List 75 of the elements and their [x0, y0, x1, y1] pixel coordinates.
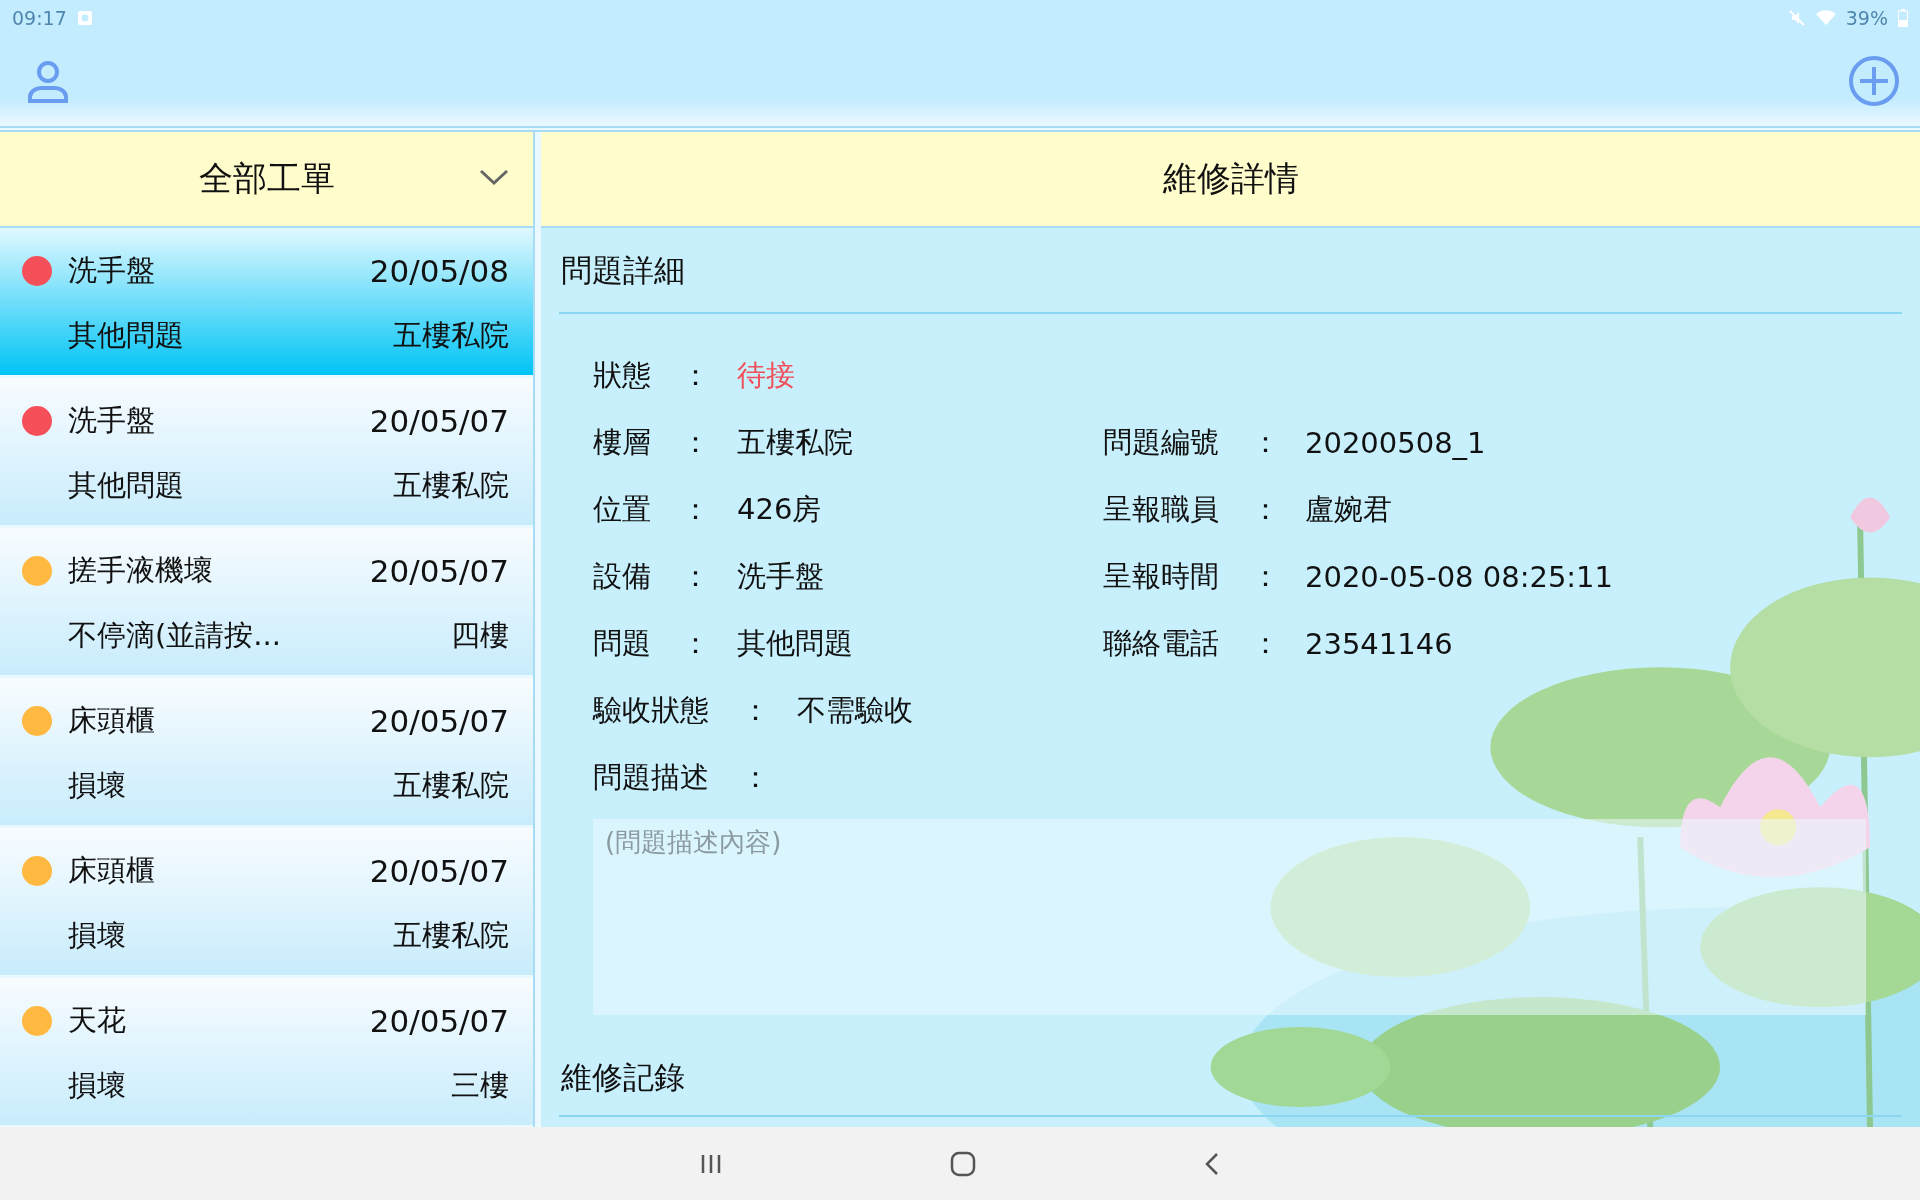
field-value: 20200508_1 [1305, 425, 1486, 460]
field-label: 問題 [593, 624, 652, 662]
wifi-icon [1815, 10, 1836, 26]
field-label: 呈報時間 [1103, 557, 1220, 595]
order-date: 20/05/08 [369, 252, 509, 289]
section-title: 維修記錄 [559, 1057, 1902, 1117]
order-location: 五樓私院 [393, 467, 509, 505]
section-title: 問題詳細 [559, 228, 1902, 314]
field-colon: ： [1251, 557, 1281, 595]
order-date: 20/05/07 [369, 402, 509, 439]
field-colon: ： [681, 423, 711, 461]
work-order-item[interactable]: 搓手液機壞 20/05/07 不停滴(並請按... 四樓 [0, 528, 533, 678]
field-label: 聯絡電話 [1103, 624, 1220, 662]
list-filter-title: 全部工單 [198, 157, 335, 200]
order-title: 搓手液機壞 [68, 551, 214, 589]
field-label: 問題描述 [593, 758, 710, 796]
order-title: 洗手盤 [68, 401, 156, 439]
field-colon: ： [1251, 490, 1281, 528]
order-date: 20/05/07 [369, 702, 509, 739]
chevron-down-icon[interactable] [479, 168, 509, 186]
list-header[interactable]: 全部工單 [0, 132, 533, 228]
field-label: 呈報職員 [1103, 490, 1220, 528]
field-colon: ： [741, 758, 771, 796]
field-label: 驗收狀態 [593, 691, 710, 729]
field-colon: ： [681, 356, 711, 394]
status-value: 待接 [737, 356, 795, 394]
battery-icon [1898, 9, 1908, 27]
field-colon: ： [681, 624, 711, 662]
order-location: 五樓私院 [393, 317, 509, 355]
work-order-item[interactable]: 洗手盤 20/05/07 其他問題 五樓私院 [0, 378, 533, 528]
field-label: 設備 [593, 557, 652, 595]
work-order-item[interactable]: 床頭櫃 20/05/07 損壞 五樓私院 [0, 828, 533, 978]
order-location: 五樓私院 [393, 917, 509, 955]
order-title: 床頭櫃 [68, 851, 156, 889]
work-order-item[interactable]: 天花 20/05/07 損壞 三樓 [0, 978, 533, 1128]
status-time: 09:17 [12, 7, 67, 29]
field-colon: ： [681, 557, 711, 595]
battery-percent: 39% [1845, 7, 1888, 29]
order-issue: 損壞 [68, 1067, 127, 1105]
mute-icon [1787, 9, 1806, 27]
field-label: 狀態 [593, 356, 652, 394]
field-value: 洗手盤 [737, 557, 824, 595]
field-value: 盧婉君 [1305, 490, 1392, 528]
order-issue: 其他問題 [68, 317, 185, 355]
work-order-item[interactable]: 洗手盤 20/05/08 其他問題 五樓私院 [0, 228, 533, 378]
field-value: 其他問題 [737, 624, 853, 662]
order-title: 洗手盤 [68, 251, 156, 289]
description-field[interactable]: (問題描述內容) [593, 819, 1866, 1015]
field-colon: ： [681, 490, 711, 528]
field-label: 位置 [593, 490, 652, 528]
order-date: 20/05/07 [369, 852, 509, 889]
order-issue: 損壞 [68, 917, 127, 955]
detail-title: 維修詳情 [1162, 157, 1299, 200]
field-value: 23541146 [1305, 626, 1453, 661]
field-colon: ： [1251, 624, 1281, 662]
order-issue: 損壞 [68, 767, 127, 805]
field-value: 2020-05-08 08:25:11 [1305, 559, 1613, 594]
order-location: 五樓私院 [393, 767, 509, 805]
field-colon: ： [741, 691, 771, 729]
order-title: 天花 [68, 1001, 127, 1039]
order-location: 四樓 [451, 617, 509, 655]
notification-icon [76, 10, 93, 26]
field-colon: ： [1251, 423, 1281, 461]
order-location: 三樓 [451, 1067, 509, 1105]
order-title: 床頭櫃 [68, 701, 156, 739]
field-label: 問題編號 [1103, 423, 1220, 461]
order-issue: 不停滴(並請按... [68, 617, 282, 655]
field-value: 426房 [737, 490, 822, 528]
field-value: 不需驗收 [797, 691, 913, 729]
order-issue: 其他問題 [68, 467, 185, 505]
work-order-item[interactable]: 床頭櫃 20/05/07 損壞 五樓私院 [0, 678, 533, 828]
field-value: 五樓私院 [737, 423, 853, 461]
order-date: 20/05/07 [369, 1002, 509, 1039]
field-label: 樓層 [593, 423, 652, 461]
order-date: 20/05/07 [369, 552, 509, 589]
